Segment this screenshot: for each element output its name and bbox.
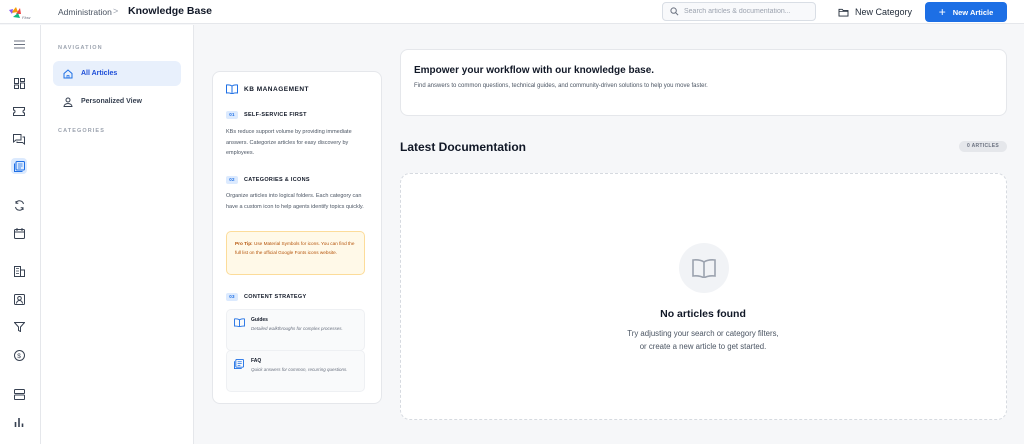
book-open-icon <box>226 84 238 94</box>
nav-item-label: Personalized View <box>81 98 142 105</box>
empty-state-icon-circle <box>679 243 729 293</box>
knowledge-base-icon[interactable] <box>11 158 27 174</box>
storage-icon[interactable] <box>11 386 27 402</box>
categories-heading: CATEGORIES <box>58 128 105 134</box>
icon-rail: $ <box>0 25 41 444</box>
nav-item-label: All Articles <box>81 70 118 77</box>
nav-item-personalized-view[interactable]: Personalized View <box>53 89 181 114</box>
empty-state-line-1: Try adjusting your search or category fi… <box>627 329 779 338</box>
section-body-categories: Organize articles into logical folders. … <box>226 193 364 210</box>
section-number: 02 <box>226 176 238 184</box>
section-title-text: CATEGORIES & ICONS <box>244 177 310 183</box>
banner-title: Empower your workflow with our knowledge… <box>414 65 655 76</box>
search-box[interactable] <box>662 2 816 21</box>
section-title-text: CONTENT STRATEGY <box>244 294 307 300</box>
pro-tip-text: Use Material Symbols for icons. You can … <box>235 241 355 255</box>
article-count-badge: 0 ARTICLES <box>959 141 1007 152</box>
plus-icon: + <box>938 5 946 19</box>
guides-title: Guides <box>251 317 268 323</box>
book-icon <box>234 318 245 327</box>
kb-management-title: KB MANAGEMENT <box>244 85 309 93</box>
kb-management-header: KB MANAGEMENT <box>226 84 309 94</box>
dashboard-icon[interactable] <box>11 75 27 91</box>
building-icon[interactable] <box>11 263 27 279</box>
billing-icon[interactable]: $ <box>11 347 27 363</box>
section-title-categories: 02 CATEGORIES & ICONS <box>226 176 310 184</box>
navigation-heading: NAVIGATION <box>58 45 103 51</box>
faq-icon <box>234 359 244 369</box>
breadcrumb-parent[interactable]: Administration <box>58 7 112 17</box>
section-title-text: SELF-SERVICE FIRST <box>244 112 307 118</box>
faq-title: FAQ <box>251 358 262 364</box>
svg-text:$: $ <box>17 353 21 360</box>
section-number: 03 <box>226 293 238 301</box>
search-icon <box>670 7 679 16</box>
breadcrumb-separator: > <box>113 6 119 16</box>
top-bar: Flow Administration > Knowledge Base New… <box>0 0 1024 24</box>
menu-icon[interactable] <box>11 36 27 52</box>
sync-icon[interactable] <box>11 197 27 213</box>
faq-card[interactable]: FAQ Quick answers for common, recurring … <box>226 350 365 392</box>
book-open-icon <box>692 259 716 278</box>
person-icon <box>63 97 73 107</box>
kb-management-card: KB MANAGEMENT 01 SELF-SERVICE FIRST KBs … <box>212 71 382 404</box>
home-icon <box>63 68 73 78</box>
analytics-icon[interactable] <box>11 414 27 430</box>
pro-tip-box: Pro Tip: Use Material Symbols for icons.… <box>226 231 365 275</box>
banner-body: Find answers to common questions, techni… <box>414 83 708 89</box>
empty-state-line-2: or create a new article to get started. <box>639 342 767 351</box>
page-title: Knowledge Base <box>128 5 213 17</box>
section-body-self-service: KBs reduce support volume by providing i… <box>226 129 352 156</box>
calendar-icon[interactable] <box>11 225 27 241</box>
nav-item-all-articles[interactable]: All Articles <box>53 61 181 86</box>
svg-text:Flow: Flow <box>22 15 32 20</box>
folder-icon <box>838 8 849 17</box>
section-title-content-strategy: 03 CONTENT STRATEGY <box>226 293 306 301</box>
empty-state-title: No articles found <box>660 308 746 320</box>
guides-description: Detailed walkthroughs for complex proces… <box>251 326 343 331</box>
filter-icon[interactable] <box>11 319 27 335</box>
navigation-panel: NAVIGATION All Articles Personalized Vie… <box>41 25 194 444</box>
section-title-self-service: 01 SELF-SERVICE FIRST <box>226 111 307 119</box>
welcome-banner: Empower your workflow with our knowledge… <box>400 49 1007 116</box>
contact-icon[interactable] <box>11 291 27 307</box>
search-input[interactable] <box>684 5 812 18</box>
guides-card[interactable]: Guides Detailed walkthroughs for complex… <box>226 309 365 351</box>
faq-description: Quick answers for common, recurring ques… <box>251 367 348 372</box>
new-category-button[interactable]: New Category <box>838 5 912 19</box>
empty-state-text: Try adjusting your search or category fi… <box>401 327 1005 353</box>
new-article-button[interactable]: + New Article <box>925 2 1007 22</box>
chat-icon[interactable] <box>11 131 27 147</box>
ticket-icon[interactable] <box>11 103 27 119</box>
new-article-label: New Article <box>952 7 994 17</box>
app-logo[interactable]: Flow <box>7 5 33 21</box>
pro-tip-label: Pro Tip: <box>235 241 253 246</box>
empty-state: No articles found Try adjusting your sea… <box>400 173 1007 420</box>
section-number: 01 <box>226 111 238 119</box>
new-category-label: New Category <box>855 7 913 17</box>
latest-documentation-heading: Latest Documentation <box>400 140 527 154</box>
app-root: Flow Administration > Knowledge Base New… <box>0 0 1024 444</box>
